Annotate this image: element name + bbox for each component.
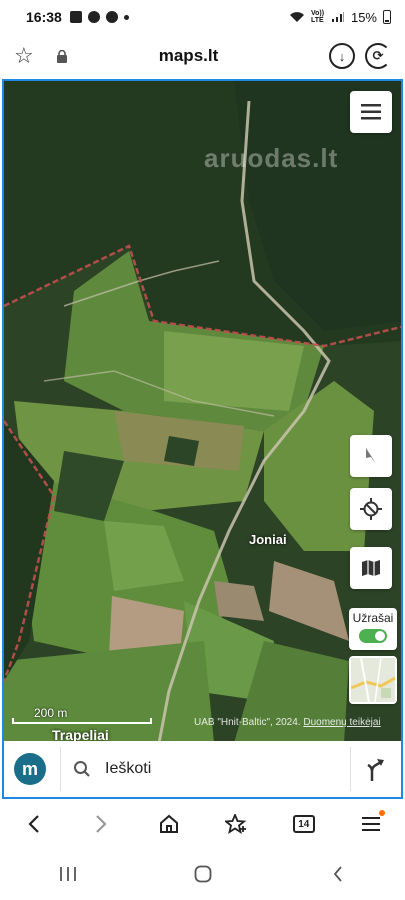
directions-button[interactable]: [351, 747, 401, 791]
map-layers-icon: [362, 560, 380, 576]
place-label-trapeliai: Trapeliai: [52, 727, 109, 741]
status-icons-left: [69, 11, 129, 23]
back-button[interactable]: [14, 804, 54, 844]
signal-icon: [331, 12, 344, 22]
reload-icon[interactable]: ⟳: [365, 43, 391, 69]
search-icon: [74, 761, 90, 777]
place-label: Joniai: [249, 532, 287, 547]
menu-button[interactable]: [350, 91, 392, 133]
scale-line: [12, 718, 152, 724]
search-field[interactable]: [60, 747, 351, 791]
dot-icon: [123, 14, 129, 20]
map-layers-button[interactable]: [350, 547, 392, 589]
status-icons-right: Vo)) LTE 15%: [289, 10, 391, 25]
back-icon: [333, 866, 342, 882]
home-button[interactable]: [149, 804, 189, 844]
home-button-icon: [194, 865, 211, 883]
watermark: aruodas.lt: [204, 143, 339, 173]
attribution-text: UAB "Hnit-Baltic", 2024.: [194, 717, 301, 728]
satellite-imagery: [4, 81, 401, 741]
forward-button[interactable]: [81, 804, 121, 844]
maps-logo[interactable]: m: [14, 753, 46, 785]
facebook-icon: [105, 11, 118, 23]
back-icon: [28, 815, 39, 833]
directions-icon: [367, 759, 384, 781]
recents-icon: [59, 867, 76, 881]
notes-toggle[interactable]: [359, 629, 387, 643]
home-icon: [159, 814, 178, 833]
download-icon[interactable]: ↓: [329, 43, 355, 69]
search-input[interactable]: [105, 760, 305, 778]
system-home-button[interactable]: [183, 854, 223, 894]
status-bar: 16:38 Vo)) LTE 15%: [0, 0, 405, 34]
menu-icon: [362, 817, 381, 831]
map-attribution: UAB "Hnit-Baltic", 2024. Duomenų teikėja…: [194, 717, 381, 728]
battery-percent: 15%: [350, 9, 377, 25]
locate-button[interactable]: [350, 488, 392, 530]
attribution-link[interactable]: Duomenų teikėjai: [303, 717, 380, 728]
scale-bar: 200 m: [12, 706, 152, 724]
gallery-icon: [69, 11, 82, 23]
browser-menu-button[interactable]: [351, 804, 391, 844]
wifi-icon: [289, 12, 304, 22]
system-back-button[interactable]: [318, 854, 358, 894]
compass-button[interactable]: [350, 435, 392, 477]
notification-dot: [379, 810, 386, 816]
browser-toolbar: ☆ maps.lt ↓ ⟳: [0, 34, 405, 78]
street-map-preview: [351, 658, 395, 702]
compass-icon: [366, 448, 376, 464]
bookmarks-icon: [225, 814, 247, 834]
system-nav-bar: [0, 848, 405, 900]
alert-icon: [87, 11, 100, 23]
bookmarks-button[interactable]: [216, 804, 256, 844]
tabs-icon: 14: [292, 815, 315, 833]
menu-icon: [361, 104, 381, 120]
forward-icon: [96, 815, 107, 833]
locate-icon: [360, 498, 382, 520]
notes-label: Užrašai: [352, 611, 394, 625]
browser-nav-bar: 14: [0, 800, 405, 848]
lock-icon[interactable]: [56, 50, 68, 63]
map-style-thumbnail[interactable]: [349, 656, 397, 704]
star-icon[interactable]: ☆: [14, 43, 44, 69]
notes-toggle-box[interactable]: Užrašai: [349, 608, 397, 650]
url-text[interactable]: maps.lt: [68, 46, 309, 66]
recents-button[interactable]: [48, 854, 88, 894]
battery-icon: [383, 10, 391, 24]
status-time: 16:38: [26, 9, 62, 25]
tabs-button[interactable]: 14: [284, 804, 324, 844]
network-label: Vo)) LTE: [310, 10, 325, 24]
map-view[interactable]: aruodas.lt Užrašai Joniai 200 m UAB "Hni…: [2, 79, 403, 741]
search-bar: m: [2, 741, 403, 799]
